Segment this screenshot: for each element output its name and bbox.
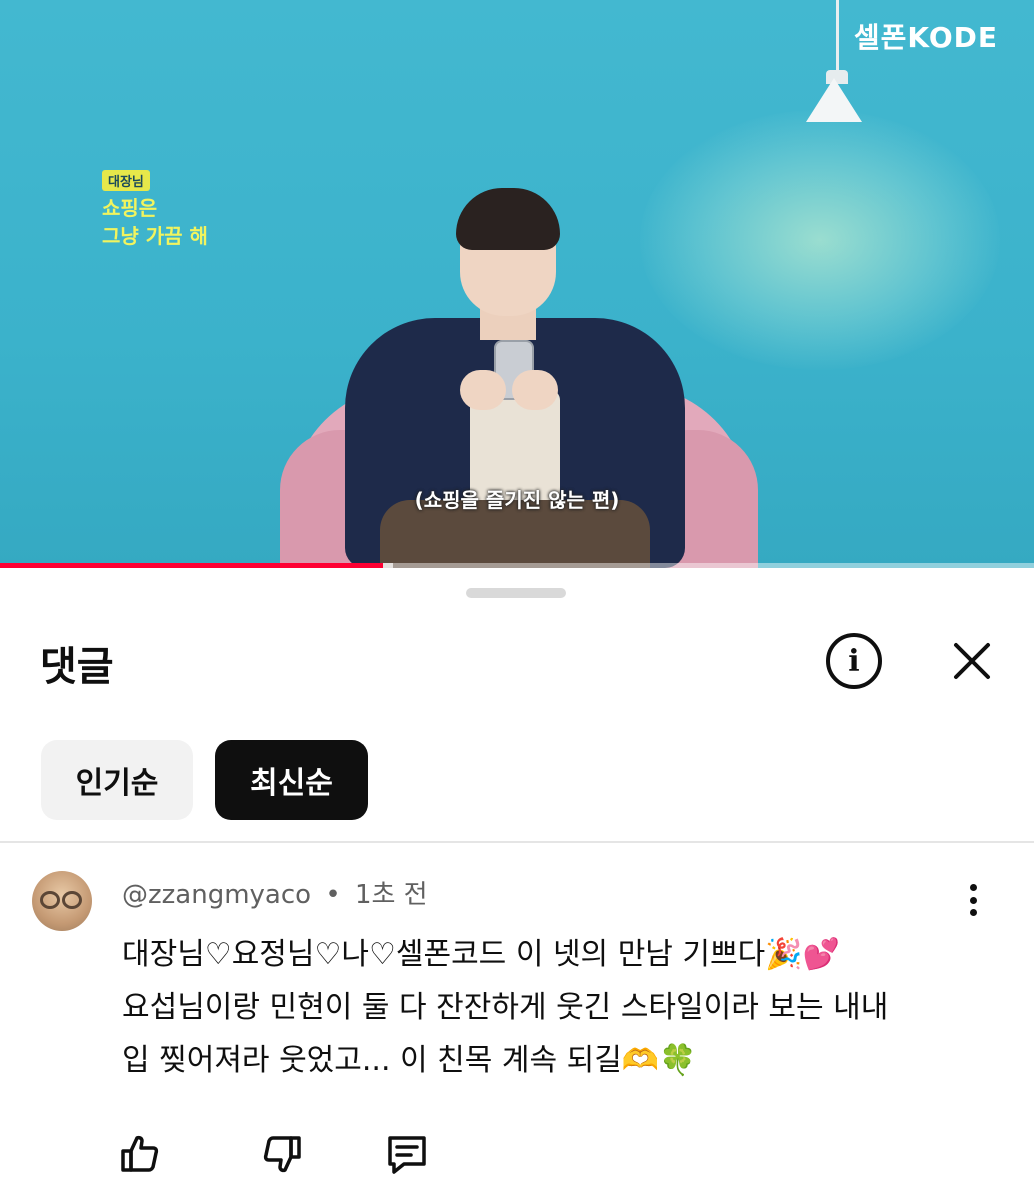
reply-button[interactable]: [383, 1130, 431, 1178]
video-player[interactable]: 셀폰KODE 대장님 쇼핑은 그냥 가끔 해 (쇼핑을 즐기진 않는 편): [0, 0, 1034, 568]
more-dot-icon: [969, 909, 977, 916]
avatar[interactable]: [32, 871, 92, 931]
comment-time: 1초 전: [354, 880, 428, 910]
comment-line: 요섭님이랑 민현이 둘 다 잔잔하게 웃긴 스타일이라 보는 내내: [122, 990, 889, 1025]
lamp-shade: [806, 78, 862, 122]
person-hand-left: [460, 370, 506, 410]
divider: [0, 841, 1034, 843]
drag-handle[interactable]: [466, 588, 566, 598]
info-icon: i: [848, 643, 860, 679]
video-subtitle: (쇼핑을 즐기진 않는 편): [414, 488, 620, 512]
more-dot-icon: [969, 884, 977, 891]
caption-text: 쇼핑은 그냥 가끔 해: [102, 194, 282, 250]
meta-separator: •: [325, 880, 341, 910]
comment-meta: @zzangmyaco • 1초 전: [122, 874, 428, 911]
thumbs-down-icon: [263, 1136, 301, 1173]
lamp-light: [640, 110, 1000, 370]
person-hair: [456, 188, 560, 250]
lamp-cord: [836, 0, 839, 80]
comment-line: 입 찢어져라 웃었고... 이 친목 계속 되길🫶🍀: [122, 1043, 697, 1078]
caption-badge: 대장님: [102, 170, 150, 191]
like-button[interactable]: [116, 1130, 164, 1178]
avatar-glasses-left: [40, 891, 60, 909]
comment-author[interactable]: @zzangmyaco: [122, 880, 311, 910]
filter-chip-popular[interactable]: 인기순: [41, 740, 193, 820]
thumbs-up-icon: [121, 1135, 159, 1172]
info-button[interactable]: i: [826, 633, 882, 689]
person-hand-right: [512, 370, 558, 410]
caption-line-2: 그냥 가끔 해: [102, 224, 208, 248]
comment-text: 대장님♡요정님♡나♡셀폰코드 이 넷의 만남 기쁘다🎉💕 요섭님이랑 민현이 둘…: [122, 928, 982, 1087]
channel-logo: 셀폰KODE: [853, 21, 998, 54]
filter-chip-latest[interactable]: 최신순: [215, 740, 368, 820]
reply-icon: [388, 1136, 426, 1174]
comment-line: 대장님♡요정님♡나♡셀폰코드 이 넷의 만남 기쁘다🎉💕: [122, 937, 840, 972]
more-dot-icon: [969, 896, 977, 904]
close-button[interactable]: [948, 637, 996, 685]
close-icon: [954, 643, 990, 679]
more-options-button[interactable]: [958, 880, 988, 920]
comments-sheet: 댓글 i 인기순 최신순 @zzangmyaco • 1초 전 대장님♡요정님♡…: [0, 568, 1034, 1200]
dislike-button[interactable]: [258, 1130, 306, 1178]
caption-line-1: 쇼핑은: [102, 196, 158, 220]
avatar-glasses-right: [62, 891, 82, 909]
sheet-title: 댓글: [40, 644, 114, 690]
